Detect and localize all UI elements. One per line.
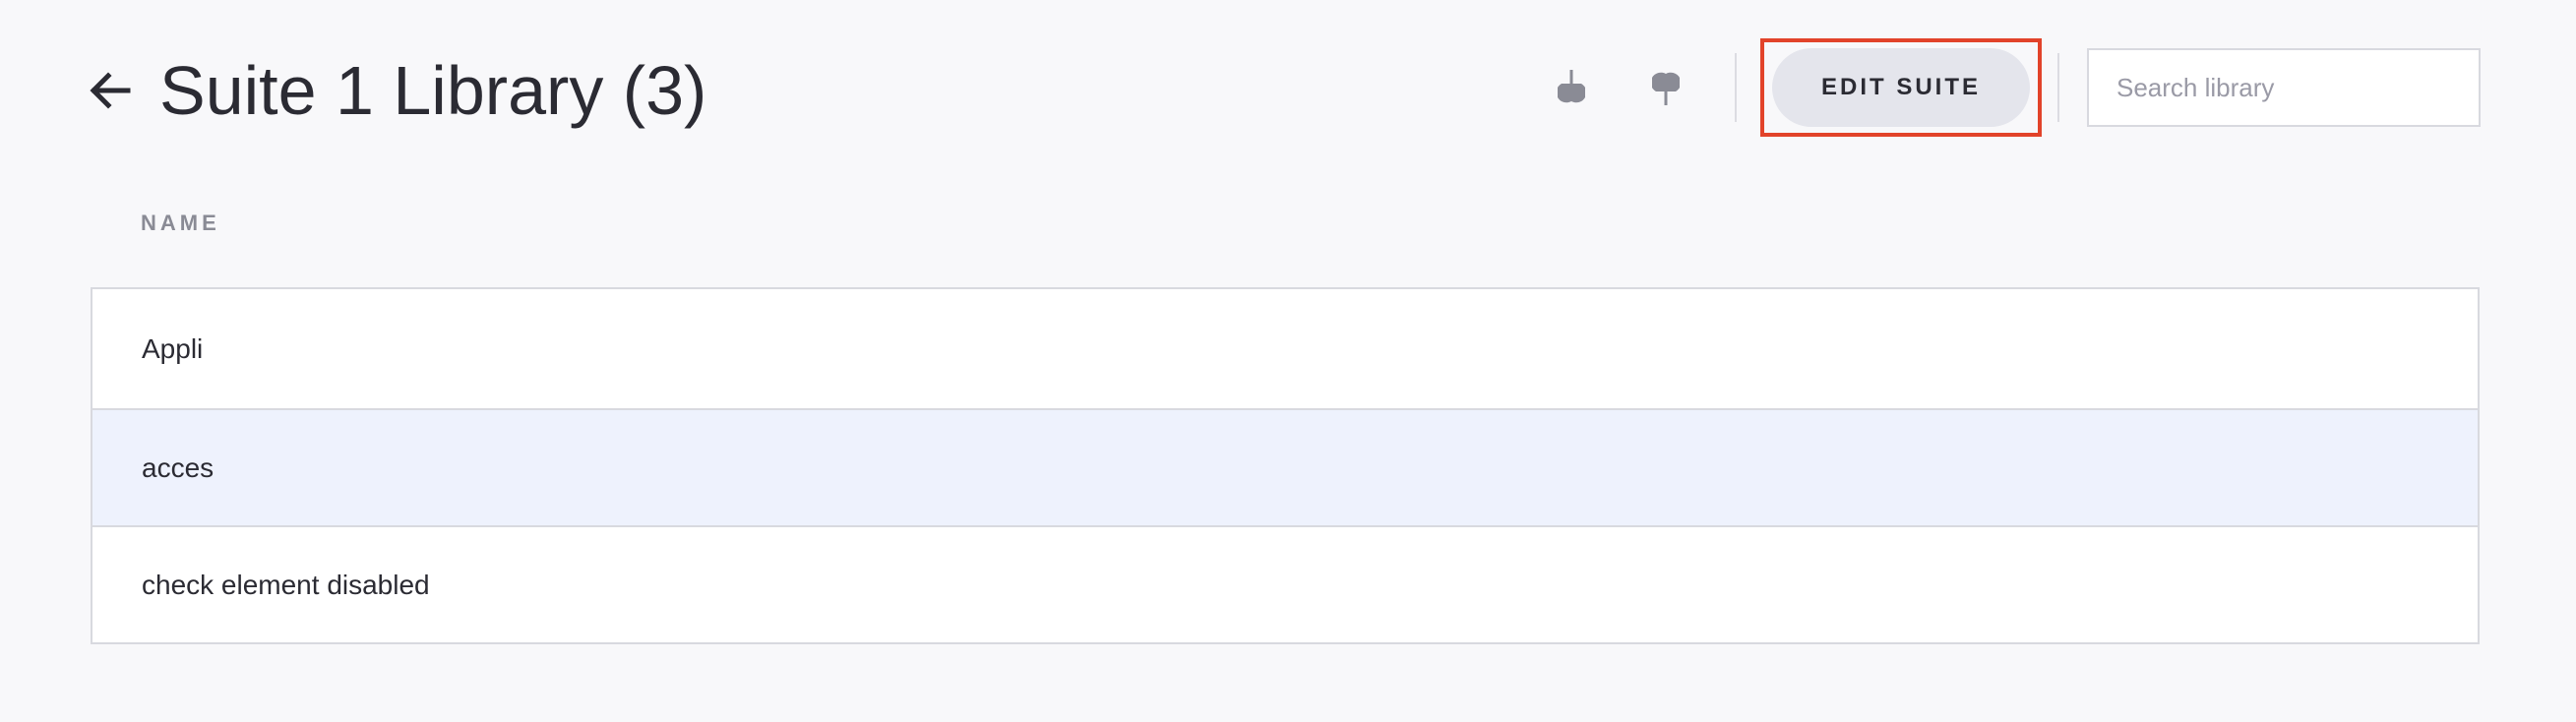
arrow-left-icon xyxy=(90,72,131,109)
edit-suite-highlight: EDIT SUITE xyxy=(1759,38,2042,137)
row-name: acces xyxy=(142,451,215,483)
toolbar-divider xyxy=(1734,53,1737,122)
row-name: check element disabled xyxy=(142,569,430,600)
back-button[interactable] xyxy=(83,63,138,118)
edit-suite-button[interactable]: EDIT SUITE xyxy=(1771,48,2030,127)
toolbar-divider xyxy=(2057,53,2059,122)
page-header: Suite 1 Library (3) EDIT SUITE xyxy=(0,0,2576,177)
column-header-name[interactable]: NAME xyxy=(141,211,220,236)
table-row[interactable]: Appli xyxy=(92,289,2478,408)
download-icon xyxy=(1557,70,1585,103)
table-row[interactable]: acces xyxy=(92,408,2478,525)
search-input[interactable] xyxy=(2087,48,2481,127)
page-title: Suite 1 Library (3) xyxy=(159,52,707,129)
upload-icon xyxy=(1651,72,1680,105)
upload-button[interactable] xyxy=(1638,60,1693,115)
library-table: Appli acces check element disabled xyxy=(91,287,2480,644)
download-button[interactable] xyxy=(1544,60,1599,115)
table-row[interactable]: check element disabled xyxy=(92,525,2478,642)
header-toolbar: EDIT SUITE xyxy=(1544,38,2481,137)
library-page: Suite 1 Library (3) EDIT SUITE N xyxy=(0,0,2576,722)
row-name: Appli xyxy=(142,332,204,364)
